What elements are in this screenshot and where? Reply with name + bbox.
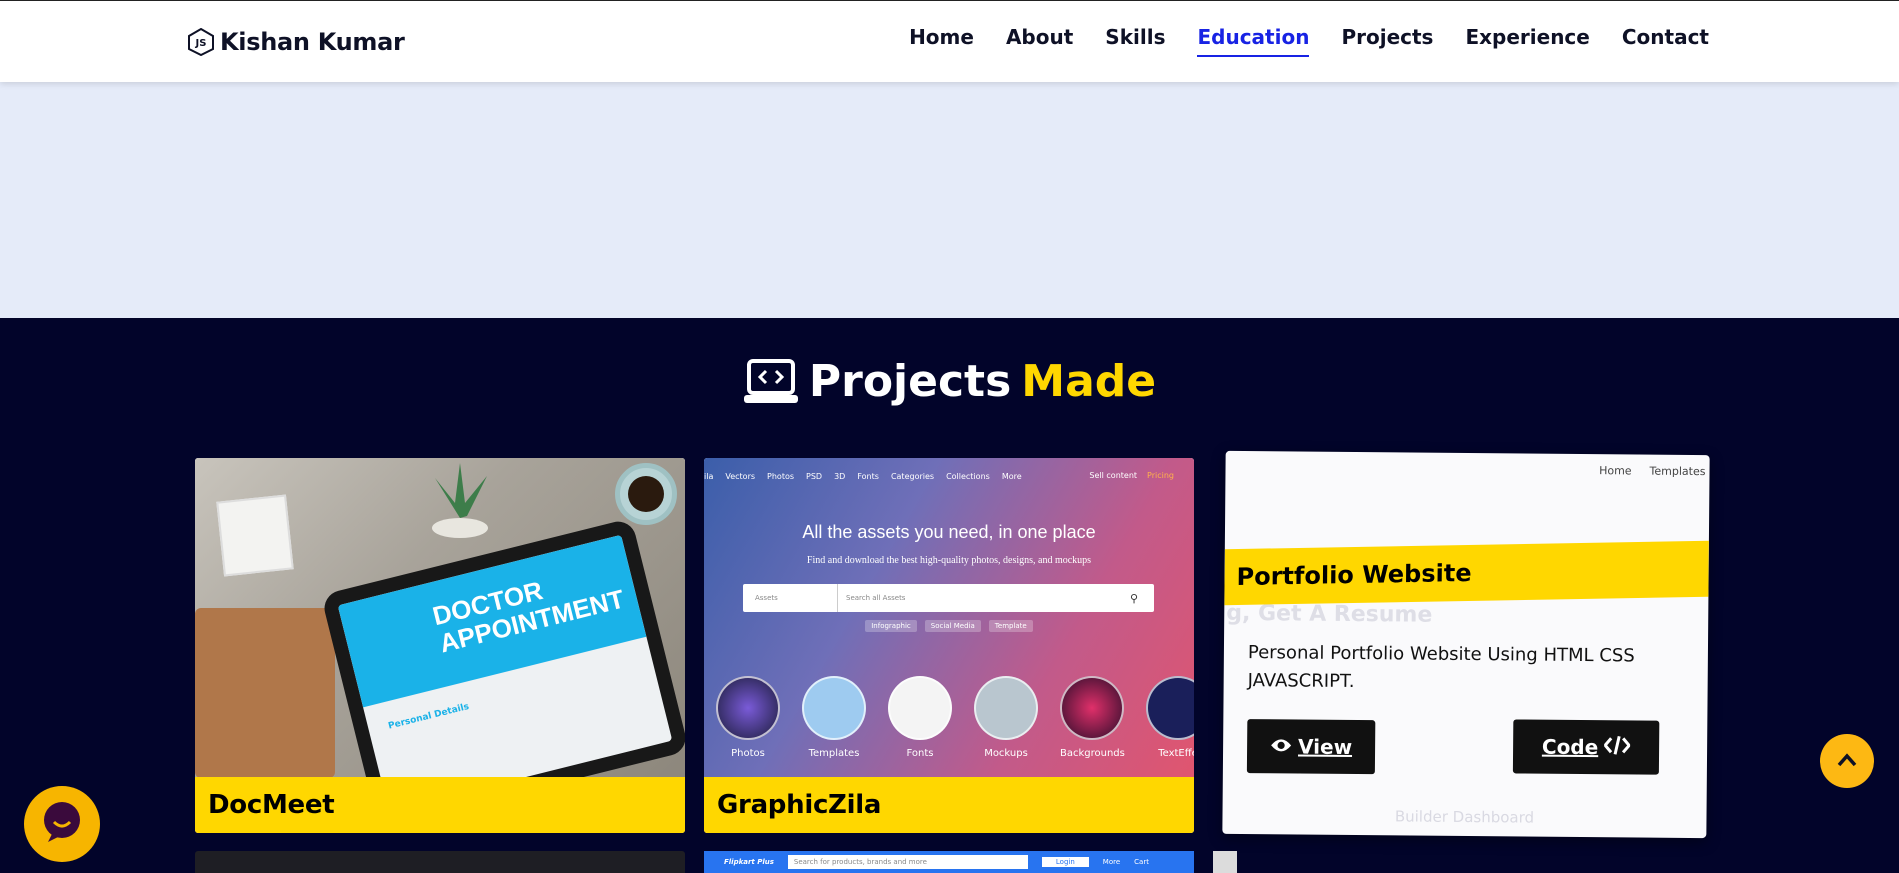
brand-logo-link[interactable]: JS Kishan Kumar bbox=[188, 25, 405, 59]
gz-nav-item: Fonts bbox=[857, 471, 879, 481]
gz-search-placeholder: Search all Assets bbox=[846, 594, 906, 602]
gz-tag: Infographic bbox=[865, 620, 917, 632]
flipkart-search: Search for products, brands and more bbox=[787, 855, 1028, 869]
project-card-graphiczila[interactable]: ila Vectors Photos PSD 3D Fonts Categori… bbox=[704, 458, 1194, 833]
card-title-bar: GraphicZila bbox=[704, 777, 1194, 833]
gz-category: Templates bbox=[802, 676, 866, 759]
navbar: JS Kishan Kumar Home About Skills Educat… bbox=[0, 0, 1899, 82]
gz-category: TextEffe bbox=[1146, 676, 1194, 759]
projects-heading: Projects Made bbox=[0, 356, 1899, 407]
nav-about[interactable]: About bbox=[1006, 25, 1073, 55]
projects-heading-text: Projects bbox=[808, 356, 1012, 407]
docmeet-image: DOCTOR APPOINTMENT Personal Details bbox=[195, 458, 685, 829]
gz-category-label: Mockups bbox=[984, 748, 1028, 759]
card-title-bar: Portfolio Website bbox=[1224, 540, 1709, 606]
gz-headline: All the assets you need, in one place bbox=[802, 522, 1096, 542]
gz-nav-pricing: Pricing bbox=[1147, 471, 1174, 480]
project-card-peek-flipkart[interactable]: Flipkart Plus Search for products, brand… bbox=[704, 851, 1194, 873]
ghost-nav: Home Templates bbox=[1599, 464, 1706, 478]
projects-section: Projects Made DOCTOR APPOINTMENT Persona… bbox=[0, 318, 1899, 873]
notebook-graphic bbox=[195, 608, 335, 778]
gz-nav-sell: Sell content bbox=[1089, 471, 1138, 480]
nav-home[interactable]: Home bbox=[909, 25, 974, 55]
ghost-text: g, Get A Resume bbox=[1226, 600, 1433, 628]
svg-text:JS: JS bbox=[195, 38, 207, 49]
nav-projects[interactable]: Projects bbox=[1341, 25, 1433, 55]
gz-topbar: ila Vectors Photos PSD 3D Fonts Categori… bbox=[704, 466, 1194, 486]
flipkart-login: Login bbox=[1041, 857, 1089, 867]
gz-category-label: Templates bbox=[808, 748, 860, 759]
gz-nav-logo: ila bbox=[704, 471, 714, 481]
brand-name: Kishan Kumar bbox=[220, 28, 405, 56]
gz-category-label: Photos bbox=[731, 748, 765, 759]
education-section-bottom bbox=[0, 82, 1899, 318]
gz-nav-item: Collections bbox=[946, 471, 990, 481]
code-icon bbox=[1603, 735, 1632, 760]
search-icon: ⚲ bbox=[1130, 591, 1139, 605]
gz-nav-item: 3D bbox=[834, 471, 846, 481]
nav-links: Home About Skills Education Projects Exp… bbox=[909, 25, 1709, 61]
gz-category: Fonts bbox=[888, 676, 952, 759]
graphiczila-image: ila Vectors Photos PSD 3D Fonts Categori… bbox=[704, 458, 1194, 777]
nav-experience[interactable]: Experience bbox=[1465, 25, 1589, 55]
gz-subline: Find and download the best high-quality … bbox=[806, 555, 1092, 566]
ghost-nav-item: Templates bbox=[1649, 464, 1706, 479]
ghost-footer: Builder Dashboard bbox=[1394, 807, 1535, 827]
chevron-up-icon bbox=[1837, 752, 1857, 771]
coffee-cup-graphic bbox=[615, 463, 677, 525]
projects-heading-accent: Made bbox=[1021, 356, 1157, 407]
card-title-bar: DocMeet bbox=[195, 777, 685, 833]
eye-icon bbox=[1270, 734, 1292, 758]
gz-nav-item: Vectors bbox=[725, 471, 756, 481]
gz-category-label: Backgrounds bbox=[1060, 748, 1125, 759]
ghost-nav-item: Home bbox=[1599, 464, 1632, 478]
gz-nav-item: Photos bbox=[767, 471, 795, 481]
card-title: GraphicZila bbox=[717, 790, 882, 820]
gz-search-scope: Assets bbox=[743, 584, 838, 612]
code-button[interactable]: Code bbox=[1512, 719, 1660, 775]
project-card-peek[interactable] bbox=[195, 851, 685, 873]
flipkart-logo: Flipkart Plus bbox=[724, 858, 774, 866]
gz-search-bar: Assets Search all Assets ⚲ bbox=[743, 584, 1154, 612]
project-card-docmeet[interactable]: DOCTOR APPOINTMENT Personal Details DocM… bbox=[195, 458, 685, 833]
gz-tag: Template bbox=[988, 620, 1033, 632]
chat-bubble-icon bbox=[40, 800, 84, 848]
flipkart-more: More bbox=[1102, 858, 1121, 866]
gz-categories: Photos Templates Fonts Mockups Backgroun… bbox=[716, 676, 1194, 759]
gz-nav-item: Categories bbox=[890, 471, 935, 481]
gz-category-label: Fonts bbox=[906, 748, 934, 759]
js-hexagon-icon: JS bbox=[188, 28, 214, 56]
laptop-code-icon bbox=[743, 358, 799, 405]
view-button-label: View bbox=[1297, 734, 1353, 760]
nav-contact[interactable]: Contact bbox=[1622, 25, 1709, 55]
pencil-cup-graphic bbox=[216, 494, 294, 577]
gz-nav-item: PSD bbox=[806, 471, 823, 481]
gz-tags: Infographic Social Media Template bbox=[704, 620, 1194, 632]
gz-nav-item: More bbox=[1001, 471, 1022, 481]
card-description: Personal Portfolio Website Using HTML CS… bbox=[1247, 642, 1635, 693]
broken-image-icon bbox=[1213, 851, 1237, 873]
card-title: DocMeet bbox=[208, 790, 335, 820]
view-button[interactable]: View bbox=[1246, 719, 1376, 775]
nav-skills[interactable]: Skills bbox=[1105, 25, 1165, 55]
flipkart-cart: Cart bbox=[1134, 858, 1149, 866]
chat-widget-button[interactable] bbox=[24, 786, 100, 862]
nav-education[interactable]: Education bbox=[1197, 25, 1310, 57]
project-card-portfolio[interactable]: Home Templates g, Get A Resume Portfolio… bbox=[1222, 450, 1710, 839]
gz-category: Backgrounds bbox=[1060, 676, 1125, 759]
gz-category-label: TextEffe bbox=[1158, 748, 1194, 759]
code-button-label: Code bbox=[1541, 734, 1599, 760]
gz-tag: Social Media bbox=[924, 620, 981, 632]
scroll-to-top-button[interactable] bbox=[1820, 734, 1874, 788]
gz-category: Mockups bbox=[974, 676, 1038, 759]
card-title: Portfolio Website bbox=[1236, 558, 1472, 592]
gz-category: Photos bbox=[716, 676, 780, 759]
plant-graphic bbox=[432, 463, 488, 538]
image-form-heading: Personal Details bbox=[387, 701, 471, 732]
